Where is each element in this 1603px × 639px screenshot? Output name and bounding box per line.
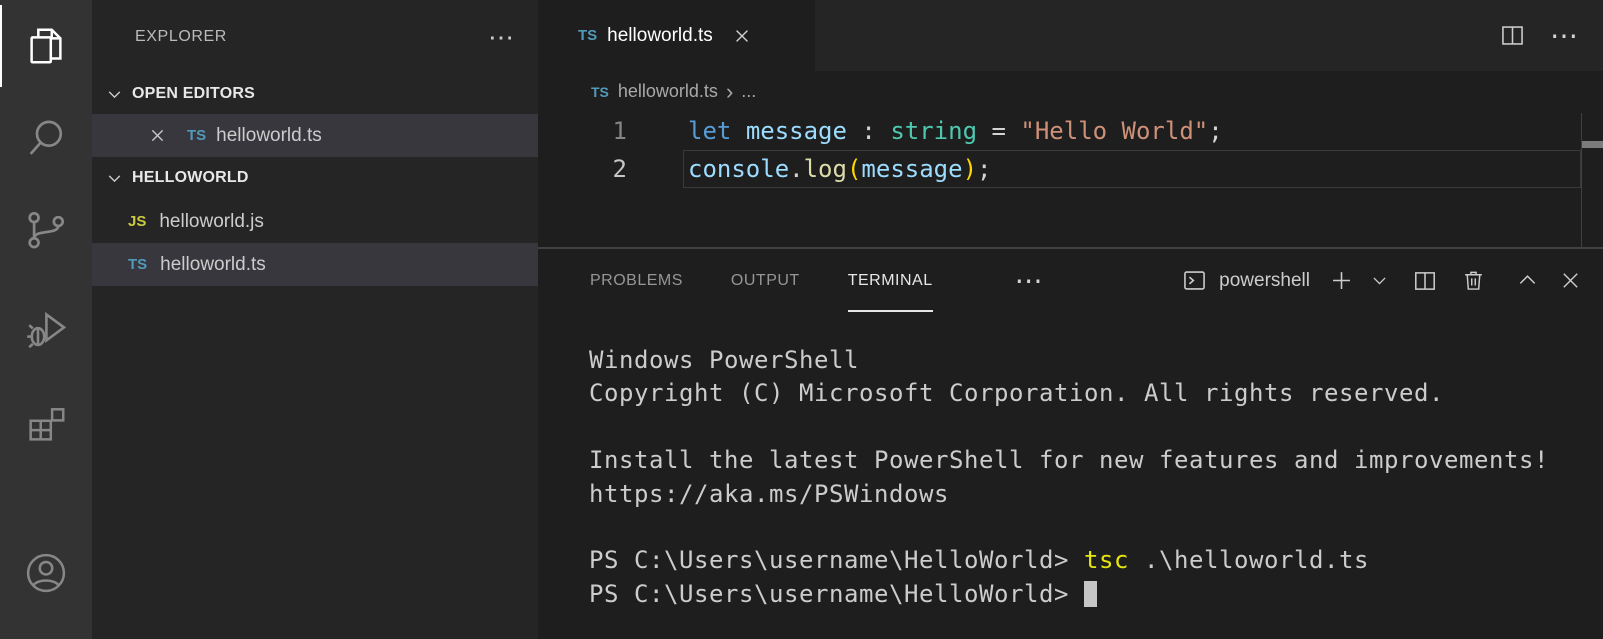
tab-terminal[interactable]: TERMINAL [848,249,933,312]
launch-profile-chevron-down-icon[interactable] [1370,271,1389,290]
activity-item-explorer[interactable] [0,0,92,92]
tree-item-helloworld-ts[interactable]: TS helloworld.ts [92,243,538,286]
scrollbar-thumb[interactable] [1582,141,1603,148]
file-name: helloworld.js [159,211,264,233]
typescript-file-icon: TS [591,84,609,100]
tab-helloworld-ts[interactable]: TS helloworld.ts [538,0,815,71]
activity-item-run-debug[interactable] [0,284,92,376]
terminal-icon [1181,267,1208,294]
terminal-line: PS C:\Users\username\HelloWorld> [589,578,1593,611]
terminal-line: Windows PowerShell [589,344,1593,377]
files-icon [23,23,69,69]
activity-item-search[interactable] [0,92,92,184]
typescript-file-icon: TS [187,127,206,144]
breadcrumb-symbol[interactable]: ... [741,81,756,102]
sidebar-more-actions-icon[interactable]: ⋯ [488,0,514,74]
account-icon [21,548,71,598]
breadcrumb[interactable]: TS helloworld.ts › ... [538,71,1603,112]
run-debug-icon [22,306,70,354]
tab-output[interactable]: OUTPUT [731,249,800,312]
tab-bar: TS helloworld.ts ⋯ [538,0,1603,71]
source-control-icon [23,207,69,253]
section-label: HELLOWORLD [132,169,249,187]
panel: PROBLEMS OUTPUT TERMINAL ⋯ powershell [538,249,1603,639]
section-helloworld-folder[interactable]: HELLOWORLD [92,157,538,199]
line-number: 2 [538,150,627,188]
code-line-1[interactable]: 1let message : string = "Hello World"; [538,112,1603,150]
terminal-output[interactable]: Windows PowerShellCopyright (C) Microsof… [589,344,1593,611]
tab-label: helloworld.ts [607,25,713,47]
chevron-down-icon [105,85,124,104]
section-open-editors[interactable]: OPEN EDITORS [92,73,538,115]
typescript-file-icon: TS [578,27,597,44]
activity-item-source-control[interactable] [0,184,92,276]
chevron-down-icon [105,169,124,188]
line-number: 1 [538,112,627,150]
terminal-line [589,511,1593,544]
breadcrumb-file[interactable]: helloworld.ts [618,81,718,102]
chevron-right-icon: › [726,81,733,103]
split-terminal-icon[interactable] [1412,268,1438,294]
code-line-2[interactable]: 2console.log(message); [538,150,1603,188]
activity-bar [0,0,92,639]
typescript-file-icon: TS [128,256,147,273]
maximize-panel-chevron-up-icon[interactable] [1516,269,1539,292]
close-icon[interactable] [148,126,167,145]
new-terminal-icon[interactable] [1328,267,1355,294]
open-editor-item-helloworld-ts[interactable]: TS helloworld.ts [92,114,538,157]
file-name: helloworld.ts [160,254,266,276]
section-label: OPEN EDITORS [132,85,255,103]
explorer-sidebar: EXPLORER ⋯ OPEN EDITORS TS helloworld.ts… [92,0,538,639]
split-editor-icon[interactable] [1499,22,1526,49]
javascript-file-icon: JS [128,213,146,230]
terminal-line [589,411,1593,444]
editor-group: TS helloworld.ts ⋯ TS helloworld.ts › ..… [538,0,1603,639]
editor-scrollbar[interactable] [1581,113,1603,247]
editor-actions: ⋯ [1499,0,1578,71]
sidebar-header: EXPLORER ⋯ [92,0,538,74]
activity-item-extensions[interactable] [0,379,92,471]
terminal-line: PS C:\Users\username\HelloWorld> tsc .\h… [589,544,1593,577]
close-icon[interactable] [732,26,752,46]
close-panel-icon[interactable] [1559,269,1582,292]
terminal-line: https://aka.ms/PSWindows [589,478,1593,511]
panel-tabs: PROBLEMS OUTPUT TERMINAL ⋯ [590,249,1043,312]
panel-actions: powershell [1181,249,1582,312]
extensions-icon [23,402,69,448]
terminal-line: Copyright (C) Microsoft Corporation. All… [589,377,1593,410]
shell-label[interactable]: powershell [1219,270,1310,292]
search-icon [23,115,69,161]
terminal-cursor [1084,581,1097,607]
code-editor[interactable]: 1let message : string = "Hello World";2c… [538,112,1603,248]
tree-item-helloworld-js[interactable]: JS helloworld.js [92,200,538,243]
activity-item-account[interactable] [0,527,92,619]
tab-problems[interactable]: PROBLEMS [590,249,683,312]
file-name: helloworld.ts [216,125,322,147]
kill-terminal-trash-icon[interactable] [1461,268,1486,293]
terminal-line: Install the latest PowerShell for new fe… [589,444,1593,477]
sidebar-title: EXPLORER [135,28,227,46]
